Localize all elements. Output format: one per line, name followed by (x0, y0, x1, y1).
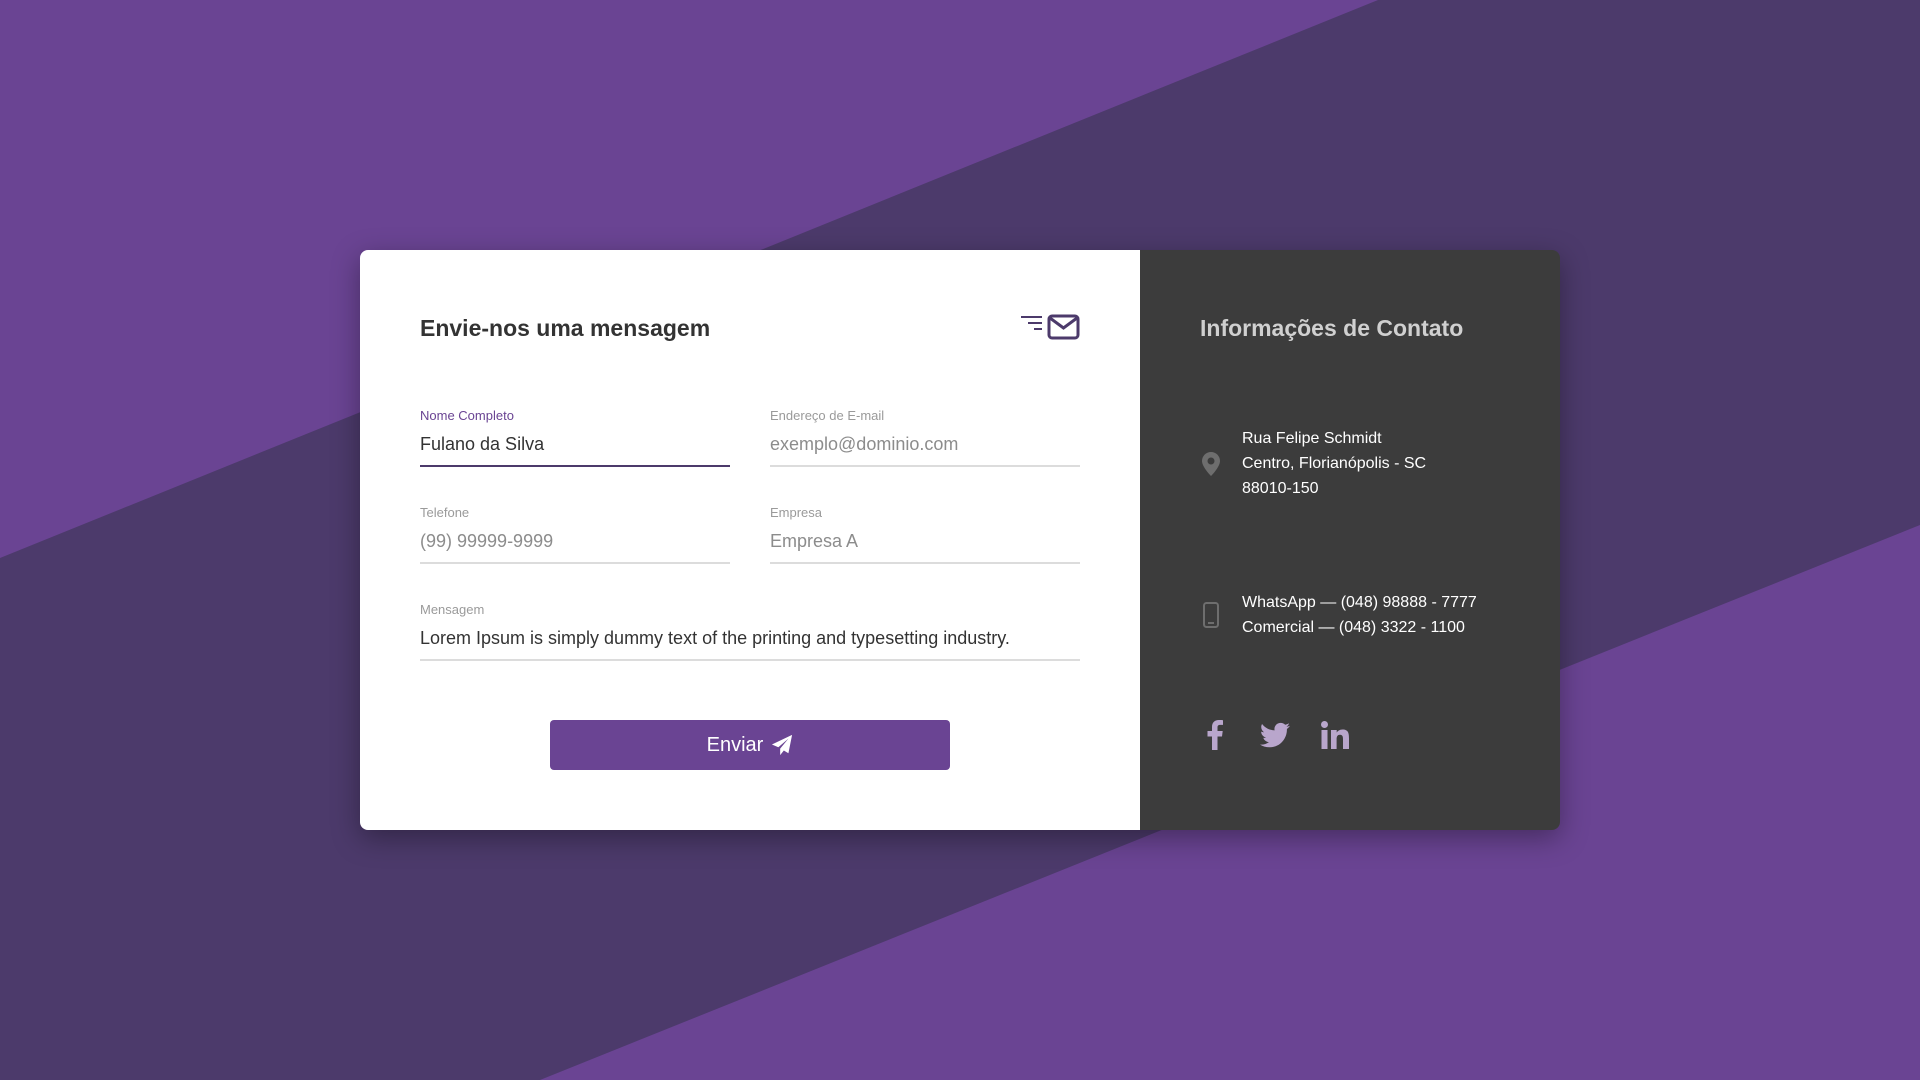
message-field: Mensagem (420, 602, 1080, 661)
location-pin-icon (1200, 450, 1222, 478)
address-line: Centro, Florianópolis - SC (1242, 455, 1427, 472)
phone-label: Telefone (420, 505, 470, 520)
address-line: Rua Felipe Schmidt (1242, 430, 1382, 447)
phone-line: WhatsApp — (048) 98888 - 7777 (1242, 594, 1477, 611)
mobile-phone-icon (1200, 601, 1222, 629)
info-title: Informações de Contato (1200, 315, 1464, 341)
contact-info-panel: Informações de Contato Rua Felipe Schmid… (1140, 250, 1560, 830)
message-input[interactable] (420, 620, 1080, 661)
address-line: 88010-150 (1242, 480, 1319, 497)
company-field: Empresa (770, 505, 1080, 564)
address-item: Rua Felipe Schmidt Centro, Florianópolis… (1200, 426, 1426, 501)
mail-icon (1021, 314, 1080, 340)
form-header: Envie-nos uma mensagem (420, 310, 1080, 346)
company-label: Empresa (770, 505, 823, 520)
name-input[interactable] (420, 426, 730, 467)
name-label: Nome Completo (420, 408, 514, 423)
form-title: Envie-nos uma mensagem (420, 314, 711, 341)
message-label: Mensagem (420, 602, 485, 617)
email-field: Endereço de E-mail (770, 408, 1080, 467)
linkedin-icon[interactable] (1320, 720, 1350, 750)
phone-input[interactable] (420, 523, 730, 564)
send-button-label: Enviar (706, 733, 764, 756)
facebook-icon[interactable] (1200, 720, 1230, 750)
phone-line: Comercial — (048) 3322 - 1100 (1242, 619, 1465, 636)
send-button[interactable]: Enviar (550, 720, 950, 770)
email-label: Endereço de E-mail (770, 408, 885, 423)
paper-plane-icon (772, 734, 793, 756)
phone-item: WhatsApp — (048) 98888 - 7777 Comercial … (1200, 590, 1477, 640)
address-text: Rua Felipe Schmidt Centro, Florianópolis… (1242, 426, 1426, 501)
twitter-icon[interactable] (1260, 720, 1290, 750)
social-links (1200, 720, 1350, 750)
phone-field: Telefone (420, 505, 730, 564)
contact-form: Envie-nos uma mensagem Nome Completo End… (360, 250, 1140, 830)
email-input[interactable] (770, 426, 1080, 467)
name-field: Nome Completo (420, 408, 730, 467)
contact-card: Envie-nos uma mensagem Nome Completo End… (360, 250, 1560, 830)
phone-text: WhatsApp — (048) 98888 - 7777 Comercial … (1242, 590, 1477, 640)
company-input[interactable] (770, 523, 1080, 564)
